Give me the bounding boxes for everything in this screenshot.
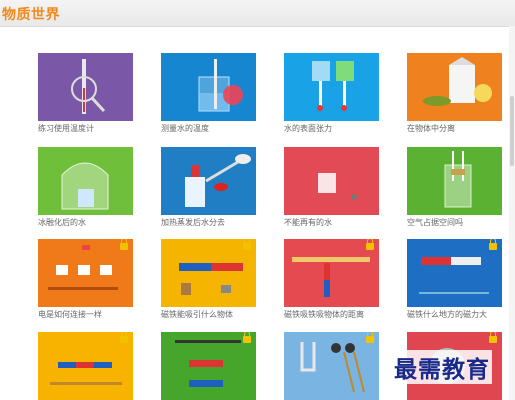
tile-label: 加热蒸发后水分去 [161,218,225,227]
tile-label: 测量水的温度 [161,124,209,133]
bell-jar-icon [61,162,109,210]
experiment-tile-separation[interactable] [407,53,502,121]
tile-label: 水的表面张力 [284,124,332,133]
milk-carton-icon [423,57,492,106]
lock-icon [366,239,374,250]
small-beaker-icon [318,173,357,200]
tile-label: 磁铁吸铁吸物体的距离 [284,310,364,319]
tile-label: 空气占据空间吗 [407,218,463,227]
experiment-tile-surface-tension[interactable] [284,53,379,121]
bar-magnet-icon [419,257,489,294]
lock-icon [120,239,128,250]
scrollbar[interactable] [509,26,515,400]
experiment-tile-water-temp[interactable] [161,53,256,121]
tile-label: 不能再有的水 [284,218,332,227]
lock-icon [243,239,251,250]
circuit-batteries-icon [48,245,118,290]
beaker-thermometer-icon [198,59,243,112]
experiment-tile-thermometer[interactable] [38,53,133,121]
tile-label: 冰融化后的水 [38,218,86,227]
experiment-tile-magnet-strength[interactable] [407,239,502,307]
water-cups-icon [312,61,354,111]
experiment-tile-circuit[interactable] [38,239,133,307]
experiment-tile-evaporation[interactable] [161,147,256,215]
lock-icon [489,239,497,250]
experiment-tile-hanging-magnets[interactable] [161,332,256,400]
tile-label: 磁铁能吸引什么物体 [161,310,233,319]
alcohol-lamp-spoon-icon [185,154,251,207]
experiment-tile-bell-jar[interactable] [38,147,133,215]
app-title: 物质世界 [2,7,60,23]
lock-icon [243,332,251,343]
lock-icon [366,332,374,343]
title-bar: 物质世界 [0,0,515,27]
hanging-magnets-icon [175,340,241,387]
tile-label: 磁铁什么地方的磁力大 [407,310,487,319]
tile-label: 在物体中分离 [407,124,455,133]
experiment-tile-water[interactable] [284,147,379,215]
experiment-tile-tuning-forks[interactable] [284,332,379,400]
stacked-magnets-icon [50,362,122,385]
thermometer-magnifier-icon [71,59,106,114]
magnet-objects-icon [179,263,243,295]
tile-label: 电是如何连接一样 [38,310,102,319]
glass-straws-icon [444,151,472,208]
experiment-tile-stacked-magnets[interactable] [38,332,133,400]
experiment-tile-air-space[interactable] [407,147,502,215]
watermark-logo: 最需教育 [392,350,492,384]
lock-icon [489,332,497,343]
experiment-tile-magnet-attract[interactable] [161,239,256,307]
ruler-magnet-icon [292,257,370,297]
experiment-tile-magnet-distance[interactable] [284,239,379,307]
lock-icon [120,332,128,343]
tuning-forks-icon [300,342,365,393]
tile-label: 练习使用温度计 [38,124,94,133]
